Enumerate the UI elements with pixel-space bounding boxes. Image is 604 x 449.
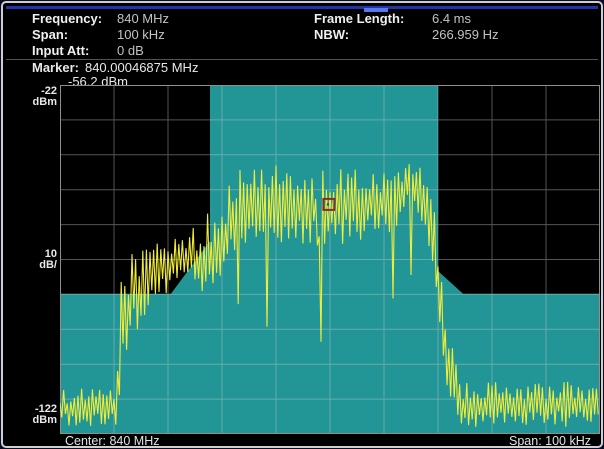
- x-axis-span: Span: 100 kHz: [509, 434, 591, 448]
- top-accent-strip: [6, 6, 598, 9]
- nbw-setting[interactable]: NBW: 266.959 Hz: [3, 27, 603, 42]
- input-att-setting[interactable]: Input Att: 0 dB: [3, 43, 303, 58]
- y-axis-bottom-level: -122 dBm: [7, 404, 57, 426]
- spectrum-analyzer-screen: Frequency: 840 MHz Span: 100 kHz Input A…: [0, 0, 604, 449]
- display-frame: Frequency: 840 MHz Span: 100 kHz Input A…: [1, 1, 603, 448]
- x-axis-center: Center: 840 MHz: [65, 434, 159, 448]
- spectrum-plot[interactable]: [60, 85, 600, 434]
- y-axis-scale: 10 dB/: [7, 249, 57, 271]
- marker-label: Marker:: [32, 60, 79, 75]
- frame-length-label: Frame Length:: [314, 11, 404, 26]
- marker-dot: [327, 203, 329, 205]
- input-att-label: Input Att:: [32, 43, 89, 58]
- marker-frequency: 840.00046875 MHz: [85, 60, 198, 75]
- frame-length-setting[interactable]: Frame Length: 6.4 ms: [3, 11, 603, 26]
- y-axis-ref-level: -22 dBm: [7, 86, 57, 108]
- nbw-value: 266.959 Hz: [432, 27, 499, 42]
- nbw-label: NBW:: [314, 27, 349, 42]
- input-att-value: 0 dB: [117, 43, 144, 58]
- marker-readout: Marker: 840.00046875 MHz: [32, 61, 198, 75]
- frame-length-value: 6.4 ms: [432, 11, 471, 26]
